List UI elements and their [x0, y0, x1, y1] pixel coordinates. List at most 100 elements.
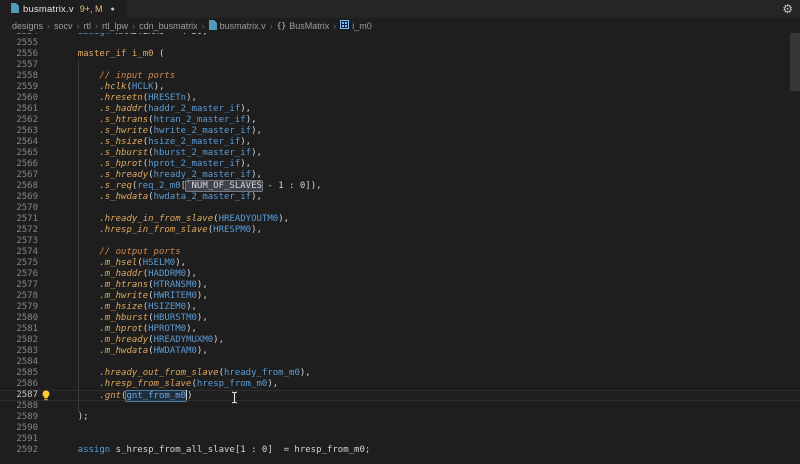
line-number: 2587	[0, 390, 38, 401]
code-line-2558[interactable]: 2558 // input ports	[0, 71, 800, 82]
code-text: .m_hsel(HSELM0),	[56, 258, 800, 269]
code-token: .hresetn	[99, 93, 142, 103]
code-line-2571[interactable]: 2571 .hready_in_from_slave(HREADYOUTM0),	[0, 214, 800, 225]
glyph-margin	[38, 104, 56, 115]
code-line-2590[interactable]: 2590	[0, 423, 800, 434]
code-token	[56, 181, 99, 191]
code-line-2579[interactable]: 2579 .m_hsize(HSIZEM0),	[0, 302, 800, 313]
scrollbar-thumb[interactable]	[790, 33, 800, 91]
code-token	[56, 49, 78, 59]
code-line-2560[interactable]: 2560 .hresetn(HRESETn),	[0, 93, 800, 104]
code-line-2592[interactable]: 2592 assign s_hresp_from_all_slave[1 : 0…	[0, 445, 800, 456]
code-token: HBURSTM0	[154, 313, 197, 323]
glyph-margin	[38, 49, 56, 60]
breadcrumb-item-designs[interactable]: designs	[12, 21, 43, 31]
glyph-margin	[38, 214, 56, 225]
code-line-2562[interactable]: 2562 .s_htrans(htran_2_master_if),	[0, 115, 800, 126]
code-line-2581[interactable]: 2581 .m_hprot(HPROTM0),	[0, 324, 800, 335]
code-token	[56, 379, 99, 389]
glyph-margin	[38, 346, 56, 357]
code-line-2582[interactable]: 2582 .m_hready(HREADYMUXM0),	[0, 335, 800, 346]
glyph-margin	[38, 148, 56, 159]
code-line-2559[interactable]: 2559 .hclk(HCLK),	[0, 82, 800, 93]
code-text: .s_haddr(haddr_2_master_if),	[56, 104, 800, 115]
breadcrumb-item-i-m0[interactable]: i_m0	[340, 20, 372, 31]
gear-icon[interactable]: ⚙	[782, 3, 793, 15]
glyph-margin	[38, 302, 56, 313]
code-line-2591[interactable]: 2591	[0, 434, 800, 445]
tab-decorations: 9+, M	[80, 4, 103, 14]
code-line-2577[interactable]: 2577 .m_htrans(HTRANSM0),	[0, 280, 800, 291]
breadcrumb-item-busmatrix-v[interactable]: busmatrix.v	[209, 20, 266, 32]
breadcrumb-item-rtl-lpw[interactable]: rtl_lpw	[102, 21, 128, 31]
code-token: .hready_out_from_slave	[99, 368, 218, 378]
code-line-2588[interactable]: 2588	[0, 401, 800, 412]
code-token: HSELM0	[143, 258, 176, 268]
code-text: // input ports	[56, 71, 800, 82]
code-token: HREADYOUTM0	[219, 214, 279, 224]
code-line-2568[interactable]: 2568 .s_req(req_2_m0[`NUM_OF_SLAVES - 1 …	[0, 181, 800, 192]
line-number: 2578	[0, 291, 38, 302]
code-line-2575[interactable]: 2575 .m_hsel(HSELM0),	[0, 258, 800, 269]
scrollbar[interactable]	[790, 33, 800, 464]
code-token	[56, 280, 99, 290]
line-number: 2582	[0, 335, 38, 346]
code-line-2586[interactable]: 2586 .hresp_from_slave(hresp_from_m0),	[0, 379, 800, 390]
code-line-2567[interactable]: 2567 .s_hready(hready_2_master_if),	[0, 170, 800, 181]
code-line-2555[interactable]: 2555	[0, 38, 800, 49]
code-line-2589[interactable]: 2589 );	[0, 412, 800, 423]
code-token: .m_hprot	[99, 324, 142, 334]
tab-filename: busmatrix.v	[23, 4, 74, 15]
code-token: // output ports	[99, 247, 180, 257]
code-line-2566[interactable]: 2566 .s_hprot(hprot_2_master_if),	[0, 159, 800, 170]
code-line-2564[interactable]: 2564 .s_hsize(hsize_2_master_if),	[0, 137, 800, 148]
code-token	[56, 335, 99, 345]
editor[interactable]: 2554 assign HMASTERM0 = 4'b0;25552556 ma…	[0, 33, 800, 464]
code-line-2569[interactable]: 2569 .s_hwdata(hwdata_2_master_if),	[0, 192, 800, 203]
breadcrumb-separator: ›	[270, 21, 273, 31]
glyph-margin	[38, 269, 56, 280]
code-line-2584[interactable]: 2584	[0, 357, 800, 368]
breadcrumb-item-cdn-busmatrix[interactable]: cdn_busmatrix	[139, 21, 198, 31]
code-line-2573[interactable]: 2573	[0, 236, 800, 247]
code-text: .m_haddr(HADDRM0),	[56, 269, 800, 280]
code-line-2585[interactable]: 2585 .hready_out_from_slave(hready_from_…	[0, 368, 800, 379]
code-line-2561[interactable]: 2561 .s_haddr(haddr_2_master_if),	[0, 104, 800, 115]
code-token: .s_htrans	[99, 115, 148, 125]
code-line-2576[interactable]: 2576 .m_haddr(HADDRM0),	[0, 269, 800, 280]
code-line-2557[interactable]: 2557	[0, 60, 800, 71]
code-text: .m_htrans(HTRANSM0),	[56, 280, 800, 291]
line-number: 2569	[0, 192, 38, 203]
code-token: .m_hsize	[99, 302, 142, 312]
code-line-2556[interactable]: 2556 master_if i_m0 (	[0, 49, 800, 60]
code-text	[56, 38, 800, 49]
code-token: ),	[197, 291, 208, 301]
tab-busmatrix[interactable]: busmatrix.v 9+, M ●	[0, 0, 126, 18]
code-line-2580[interactable]: 2580 .m_hburst(HBURSTM0),	[0, 313, 800, 324]
code-token: .s_hsize	[99, 137, 142, 147]
lightbulb-icon[interactable]	[38, 390, 56, 401]
breadcrumb-item-busmatrix[interactable]: {}BusMatrix	[277, 21, 330, 31]
glyph-margin	[38, 170, 56, 181]
code-line-2587[interactable]: 2587 .gnt(gnt_from_m0)	[0, 390, 800, 401]
code-line-2563[interactable]: 2563 .s_hwrite(hwrite_2_master_if),	[0, 126, 800, 137]
code-line-2574[interactable]: 2574 // output ports	[0, 247, 800, 258]
code-text: .s_hwdata(hwdata_2_master_if),	[56, 192, 800, 203]
code-line-2572[interactable]: 2572 .hresp_in_from_slave(HRESPM0),	[0, 225, 800, 236]
code-token	[56, 214, 99, 224]
glyph-margin	[38, 280, 56, 291]
code-token: .hresp_in_from_slave	[99, 225, 207, 235]
code-token	[56, 159, 99, 169]
code-line-2570[interactable]: 2570	[0, 203, 800, 214]
code-text: .m_hwrite(HWRITEM0),	[56, 291, 800, 302]
code-token	[56, 368, 99, 378]
breadcrumb-item-socv[interactable]: socv	[54, 21, 73, 31]
code-line-2583[interactable]: 2583 .m_hwdata(HWDATAM0),	[0, 346, 800, 357]
breadcrumb-item-rtl[interactable]: rtl	[84, 21, 92, 31]
code-text: .m_hburst(HBURSTM0),	[56, 313, 800, 324]
dirty-indicator[interactable]: ●	[111, 6, 115, 13]
code-line-2565[interactable]: 2565 .s_hburst(hburst_2_master_if),	[0, 148, 800, 159]
code-token: HRESETn	[148, 93, 186, 103]
code-line-2578[interactable]: 2578 .m_hwrite(HWRITEM0),	[0, 291, 800, 302]
code-token: HREADYMUXM0	[154, 335, 214, 345]
